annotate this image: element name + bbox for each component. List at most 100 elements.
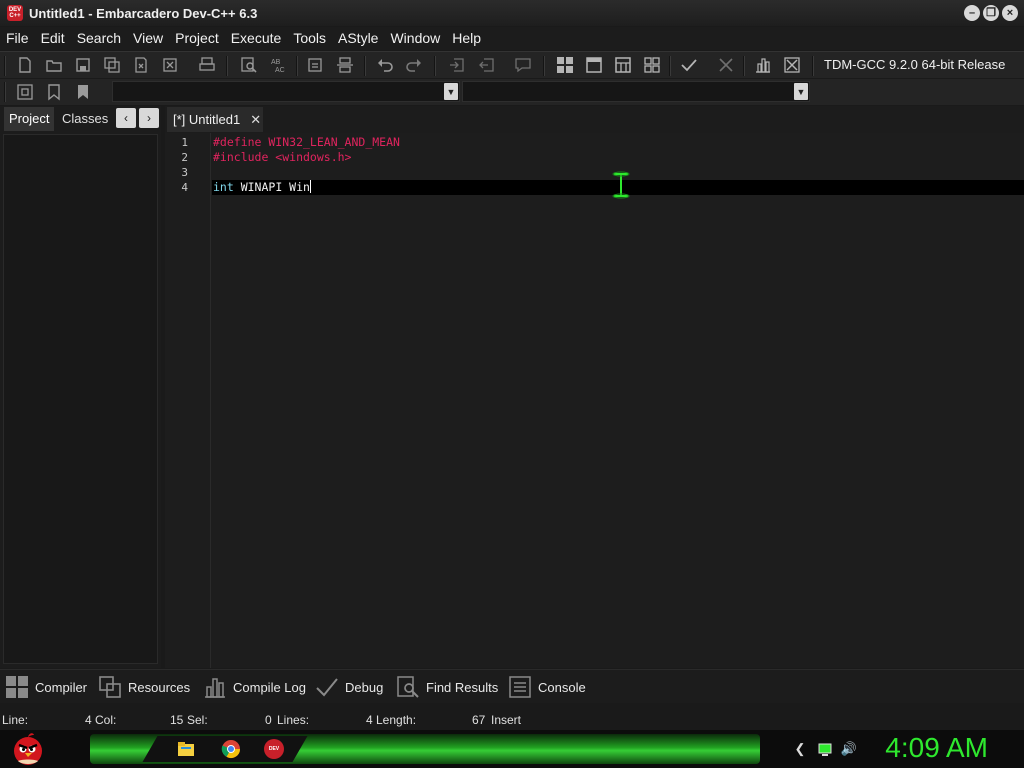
tab-classes[interactable]: Classes <box>57 107 113 131</box>
chart-icon[interactable] <box>752 54 774 76</box>
tab-project[interactable]: Project <box>4 107 55 131</box>
line-number: 1 <box>181 136 188 149</box>
tiles-icon[interactable] <box>641 54 663 76</box>
console-icon <box>509 676 531 698</box>
tab-label: Compile Log <box>233 679 306 695</box>
new-file-icon[interactable] <box>14 54 36 76</box>
status-line-label: Line: <box>2 713 29 727</box>
tab-compile-log[interactable]: Compile Log <box>203 673 306 701</box>
title-bar: DEV C++ Untitled1 - Embarcadero Dev-C++ … <box>0 0 1024 26</box>
project-tree[interactable] <box>3 134 158 664</box>
status-insert-mode: Insert <box>491 713 522 727</box>
output-tab-bar: Compiler Resources Compile Log Debug Fin… <box>0 669 1024 703</box>
menu-edit[interactable]: Edit <box>35 27 71 50</box>
print-icon[interactable] <box>196 54 218 76</box>
toggle-bookmark-icon[interactable] <box>72 81 94 103</box>
goto-bookmark-icon[interactable] <box>14 81 36 103</box>
toolbar-separator <box>296 56 298 76</box>
menu-search[interactable]: Search <box>71 27 127 50</box>
chevron-down-icon[interactable]: ▼ <box>794 83 808 100</box>
status-length-value: 67 <box>472 713 486 727</box>
check-icon[interactable] <box>678 54 700 76</box>
line-number: 3 <box>181 166 188 179</box>
indent-icon[interactable] <box>446 54 468 76</box>
save-all-icon[interactable] <box>101 54 123 76</box>
code-line[interactable]: int WINAPI Win <box>213 180 311 195</box>
code-line[interactable]: #include <windows.h> <box>213 150 351 165</box>
text-caret <box>309 180 311 193</box>
status-col-value: 15 <box>170 713 184 727</box>
rebuild-icon[interactable] <box>781 54 803 76</box>
chevron-right-icon[interactable]: › <box>139 108 159 128</box>
menu-window[interactable]: Window <box>384 27 446 50</box>
chrome-icon[interactable] <box>221 739 241 759</box>
menu-bar: File Edit Search View Project Execute To… <box>0 27 1024 50</box>
find-icon[interactable] <box>238 54 260 76</box>
replace-icon[interactable]: AB AC <box>267 54 289 76</box>
tab-label: [*] Untitled1 <box>173 112 241 127</box>
window-icon[interactable] <box>583 54 605 76</box>
tab-label: Console <box>538 679 586 695</box>
layout-icon[interactable] <box>612 54 634 76</box>
member-combobox[interactable]: ▼ <box>462 81 810 102</box>
code-line[interactable]: #define WIN32_LEAN_AND_MEAN <box>213 135 400 150</box>
minimize-button[interactable]: – <box>964 5 980 21</box>
menu-execute[interactable]: Execute <box>225 27 288 50</box>
menu-file[interactable]: File <box>0 27 35 50</box>
chart-icon <box>205 678 225 698</box>
toolbar-separator <box>4 56 6 76</box>
file-explorer-icon[interactable] <box>176 739 196 759</box>
line-number-gutter: 1 2 3 4 <box>165 133 211 668</box>
menu-astyle[interactable]: AStyle <box>332 27 384 50</box>
split-icon[interactable] <box>334 54 356 76</box>
restore-button[interactable]: ❐ <box>983 5 999 21</box>
redo-icon[interactable] <box>403 54 425 76</box>
tab-console[interactable]: Console <box>508 673 586 701</box>
save-icon[interactable] <box>72 54 94 76</box>
toolbar-separator <box>434 56 436 76</box>
tab-label: Resources <box>128 679 191 695</box>
ibeam-cursor-icon <box>612 171 630 199</box>
taskbar: DEV ❮ 🔊 4:09 AM <box>0 730 1024 768</box>
close-all-icon[interactable] <box>159 54 181 76</box>
stop-icon[interactable] <box>715 54 737 76</box>
code-editor[interactable]: 1 2 3 4 #define WIN32_LEAN_AND_MEAN #inc… <box>165 133 1024 668</box>
chevron-down-icon[interactable]: ▼ <box>444 83 458 100</box>
bookmark-icon[interactable] <box>43 81 65 103</box>
svg-text:AC: AC <box>275 67 285 74</box>
unindent-icon[interactable] <box>476 54 498 76</box>
taskbar-clock[interactable]: 4:09 AM <box>885 732 988 764</box>
compiler-select[interactable]: TDM-GCC 9.2.0 64-bit Release <box>824 57 1005 72</box>
devcpp-icon[interactable]: DEV <box>264 739 284 759</box>
tab-resources[interactable]: Resources <box>98 673 190 701</box>
close-button[interactable]: × <box>1002 5 1018 21</box>
goto-icon[interactable] <box>304 54 326 76</box>
menu-help[interactable]: Help <box>446 27 487 50</box>
undo-icon[interactable] <box>374 54 396 76</box>
class-combobox[interactable]: ▼ <box>112 81 460 102</box>
tab-label: Debug <box>345 679 384 695</box>
toolbar-separator <box>364 56 366 76</box>
volume-icon[interactable]: 🔊 <box>841 741 857 757</box>
tab-debug[interactable]: Debug <box>315 673 383 701</box>
tab-find-results[interactable]: Find Results <box>396 673 498 701</box>
status-sel-value: 0 <box>265 713 272 727</box>
tab-untitled1[interactable]: [*] Untitled1 ✕ <box>167 107 263 132</box>
grid-icon <box>6 676 28 698</box>
line-number: 2 <box>181 151 188 164</box>
chevron-left-icon[interactable]: ‹ <box>116 108 136 128</box>
tab-compiler[interactable]: Compiler <box>5 673 87 701</box>
devcpp-app-icon[interactable]: DEV C++ <box>7 5 23 21</box>
network-icon[interactable] <box>817 741 833 757</box>
line-number: 4 <box>181 181 188 194</box>
menu-view[interactable]: View <box>127 27 169 50</box>
open-folder-icon[interactable] <box>43 54 65 76</box>
grid-icon[interactable] <box>554 54 576 76</box>
tray-expand-icon[interactable]: ❮ <box>792 741 808 757</box>
menu-tools[interactable]: Tools <box>287 27 332 50</box>
start-button-bird-icon[interactable] <box>10 731 46 767</box>
close-file-icon[interactable] <box>130 54 152 76</box>
menu-project[interactable]: Project <box>169 27 225 50</box>
close-icon[interactable]: ✕ <box>250 112 261 128</box>
comment-icon[interactable] <box>512 54 534 76</box>
